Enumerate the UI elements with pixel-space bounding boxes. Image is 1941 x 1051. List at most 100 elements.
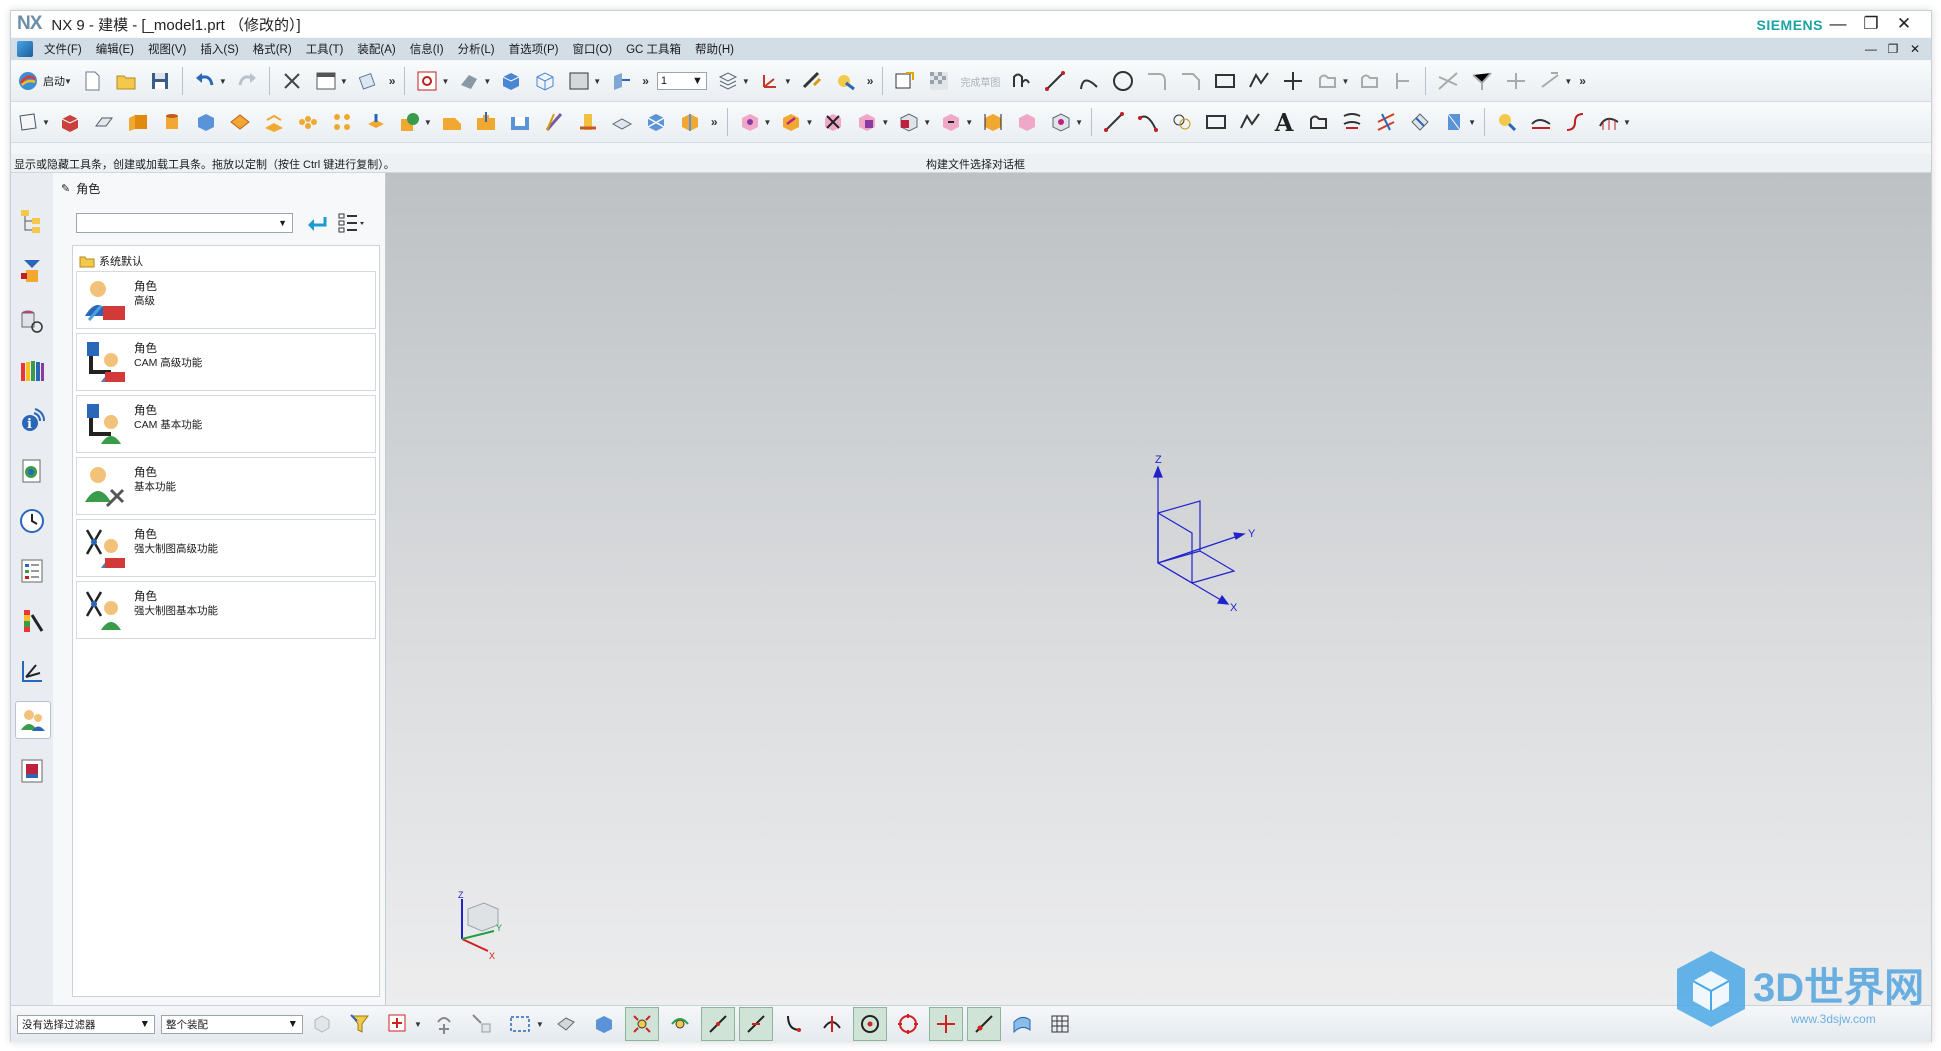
assembly-navigator-icon[interactable] — [15, 253, 49, 289]
shaded-view-icon[interactable] — [455, 67, 483, 95]
datum-csys[interactable]: Z Y X — [1146, 453, 1266, 613]
menu-tools[interactable]: 工具(T) — [299, 41, 351, 57]
point-icon[interactable] — [1279, 67, 1307, 95]
angular-dimension-icon[interactable] — [1013, 108, 1041, 136]
mdi-close-button[interactable]: ✕ — [1905, 38, 1925, 60]
chevron-down-icon[interactable]: ▼ — [288, 1018, 298, 1030]
palette-icon[interactable] — [15, 753, 49, 789]
datum-plane-icon[interactable] — [14, 108, 42, 136]
rectangle-curve-icon[interactable] — [1202, 108, 1230, 136]
profile-icon[interactable] — [1007, 67, 1035, 95]
menu-help[interactable]: 帮助(H) — [688, 41, 741, 57]
isoparametric-curve-icon[interactable] — [1406, 108, 1434, 136]
work-layer-select[interactable]: 1 ▼ — [656, 72, 707, 90]
pattern-feature-icon[interactable] — [328, 108, 356, 136]
toolbar-overflow-icon[interactable]: » — [711, 115, 718, 129]
snap-point-icon[interactable] — [381, 1007, 415, 1041]
shell-icon[interactable] — [506, 108, 534, 136]
offset-curve-icon[interactable] — [1313, 67, 1341, 95]
snap-midpoint-icon[interactable] — [738, 1007, 773, 1041]
menu-window[interactable]: 窗口(O) — [565, 41, 619, 57]
select-components-icon[interactable] — [465, 1007, 499, 1041]
chevron-down-icon[interactable]: ▼ — [965, 118, 973, 127]
fit-view-icon[interactable] — [413, 67, 441, 95]
pull-face-icon[interactable] — [777, 108, 805, 136]
snap-intersection-icon[interactable] — [928, 1007, 963, 1041]
revolve-icon[interactable] — [90, 108, 118, 136]
intersection-curve-icon[interactable] — [1372, 108, 1400, 136]
restore-button[interactable]: ❐ — [1856, 11, 1886, 37]
chevron-down-icon[interactable]: ▼ — [140, 1018, 150, 1030]
curve-arc-icon[interactable] — [1134, 108, 1162, 136]
select-body-icon[interactable] — [549, 1007, 583, 1041]
subtract-icon[interactable] — [396, 108, 424, 136]
chevron-down-icon[interactable]: ▼ — [742, 77, 750, 86]
chevron-down-icon[interactable]: ▼ — [64, 77, 72, 86]
extrude-icon[interactable] — [56, 108, 84, 136]
constraint-icon[interactable] — [1536, 67, 1564, 95]
role-item[interactable]: 角色 CAM 高级功能 — [76, 333, 376, 391]
minimize-button[interactable]: — — [1823, 11, 1853, 37]
wireframe-icon[interactable] — [531, 67, 559, 95]
menu-gc-toolbox[interactable]: GC 工具箱 — [619, 41, 688, 57]
layer-settings-icon[interactable] — [714, 67, 742, 95]
grid-icon[interactable] — [1043, 1007, 1077, 1041]
snap-center-icon[interactable] — [852, 1007, 887, 1041]
open-folder-icon[interactable] — [112, 67, 140, 95]
sketch-icon[interactable] — [891, 67, 919, 95]
chevron-down-icon[interactable]: ▼ — [1468, 118, 1476, 127]
text-icon[interactable]: A — [1270, 108, 1298, 137]
chevron-down-icon[interactable]: ▼ — [219, 77, 227, 86]
menu-assembly[interactable]: 装配(A) — [350, 41, 402, 57]
curve-line-icon[interactable] — [1100, 108, 1128, 136]
role-item[interactable]: 角色 CAM 基本功能 — [76, 395, 376, 453]
extract-curve-icon[interactable] — [1440, 108, 1468, 136]
list-view-icon[interactable] — [336, 209, 366, 237]
chevron-down-icon[interactable]: ▼ — [414, 1020, 422, 1029]
cylinder-icon[interactable] — [158, 108, 186, 136]
resize-blend-icon[interactable] — [937, 108, 965, 136]
chevron-down-icon[interactable]: ▼ — [441, 77, 449, 86]
chevron-down-icon[interactable]: ▼ — [784, 77, 792, 86]
arc-icon[interactable] — [1075, 67, 1103, 95]
linear-dimension-icon[interactable] — [979, 108, 1007, 136]
rectangle-select-icon[interactable] — [503, 1007, 537, 1041]
menu-view[interactable]: 视图(V) — [141, 41, 193, 57]
chevron-down-icon[interactable]: ▼ — [923, 118, 931, 127]
hole-icon[interactable] — [260, 108, 288, 136]
law-curve-icon[interactable] — [1561, 108, 1589, 136]
mdi-restore-button[interactable]: ❐ — [1883, 38, 1903, 60]
measure-distance-icon[interactable] — [1493, 108, 1521, 136]
polygon-icon[interactable] — [1245, 67, 1273, 95]
split-body-icon[interactable] — [608, 108, 636, 136]
fillet-icon[interactable] — [1143, 67, 1171, 95]
type-filter-select[interactable]: 没有选择过滤器 ▼ — [17, 1014, 155, 1034]
boss-icon[interactable] — [294, 108, 322, 136]
snap-line-icon[interactable] — [700, 1007, 735, 1041]
shaded-solid-icon[interactable] — [497, 67, 525, 95]
line-icon[interactable] — [1041, 67, 1069, 95]
chevron-down-icon[interactable]: ▼ — [42, 118, 50, 127]
reuse-library-icon[interactable] — [15, 303, 49, 339]
menu-analysis[interactable]: 分析(L) — [451, 41, 502, 57]
redo-icon[interactable] — [233, 67, 261, 95]
menu-edit[interactable]: 编辑(E) — [89, 41, 141, 57]
wcs-icon[interactable] — [756, 67, 784, 95]
chevron-down-icon[interactable]: ▼ — [1341, 77, 1349, 86]
cone-icon[interactable] — [192, 108, 220, 136]
helix-icon[interactable] — [1168, 108, 1196, 136]
selection-scope-select[interactable]: 整个装配 ▼ — [161, 1014, 303, 1034]
toolbar-overflow-icon[interactable]: » — [1579, 74, 1586, 88]
circle-icon[interactable] — [1109, 67, 1137, 95]
chevron-down-icon[interactable]: ▼ — [1075, 118, 1083, 127]
project-curve-icon[interactable] — [1338, 108, 1366, 136]
menu-file[interactable]: 文件(F) — [37, 41, 89, 57]
system-scenes-icon[interactable] — [15, 603, 49, 639]
select-solid-icon[interactable] — [587, 1007, 621, 1041]
web-browser-icon[interactable]: i — [15, 403, 49, 439]
pin-icon[interactable]: ✎ — [61, 182, 70, 195]
offset-face-icon[interactable] — [642, 108, 670, 136]
offset-region-icon[interactable] — [895, 108, 923, 136]
move-face-icon[interactable] — [736, 108, 764, 136]
snap-settings-icon[interactable] — [663, 1007, 697, 1041]
